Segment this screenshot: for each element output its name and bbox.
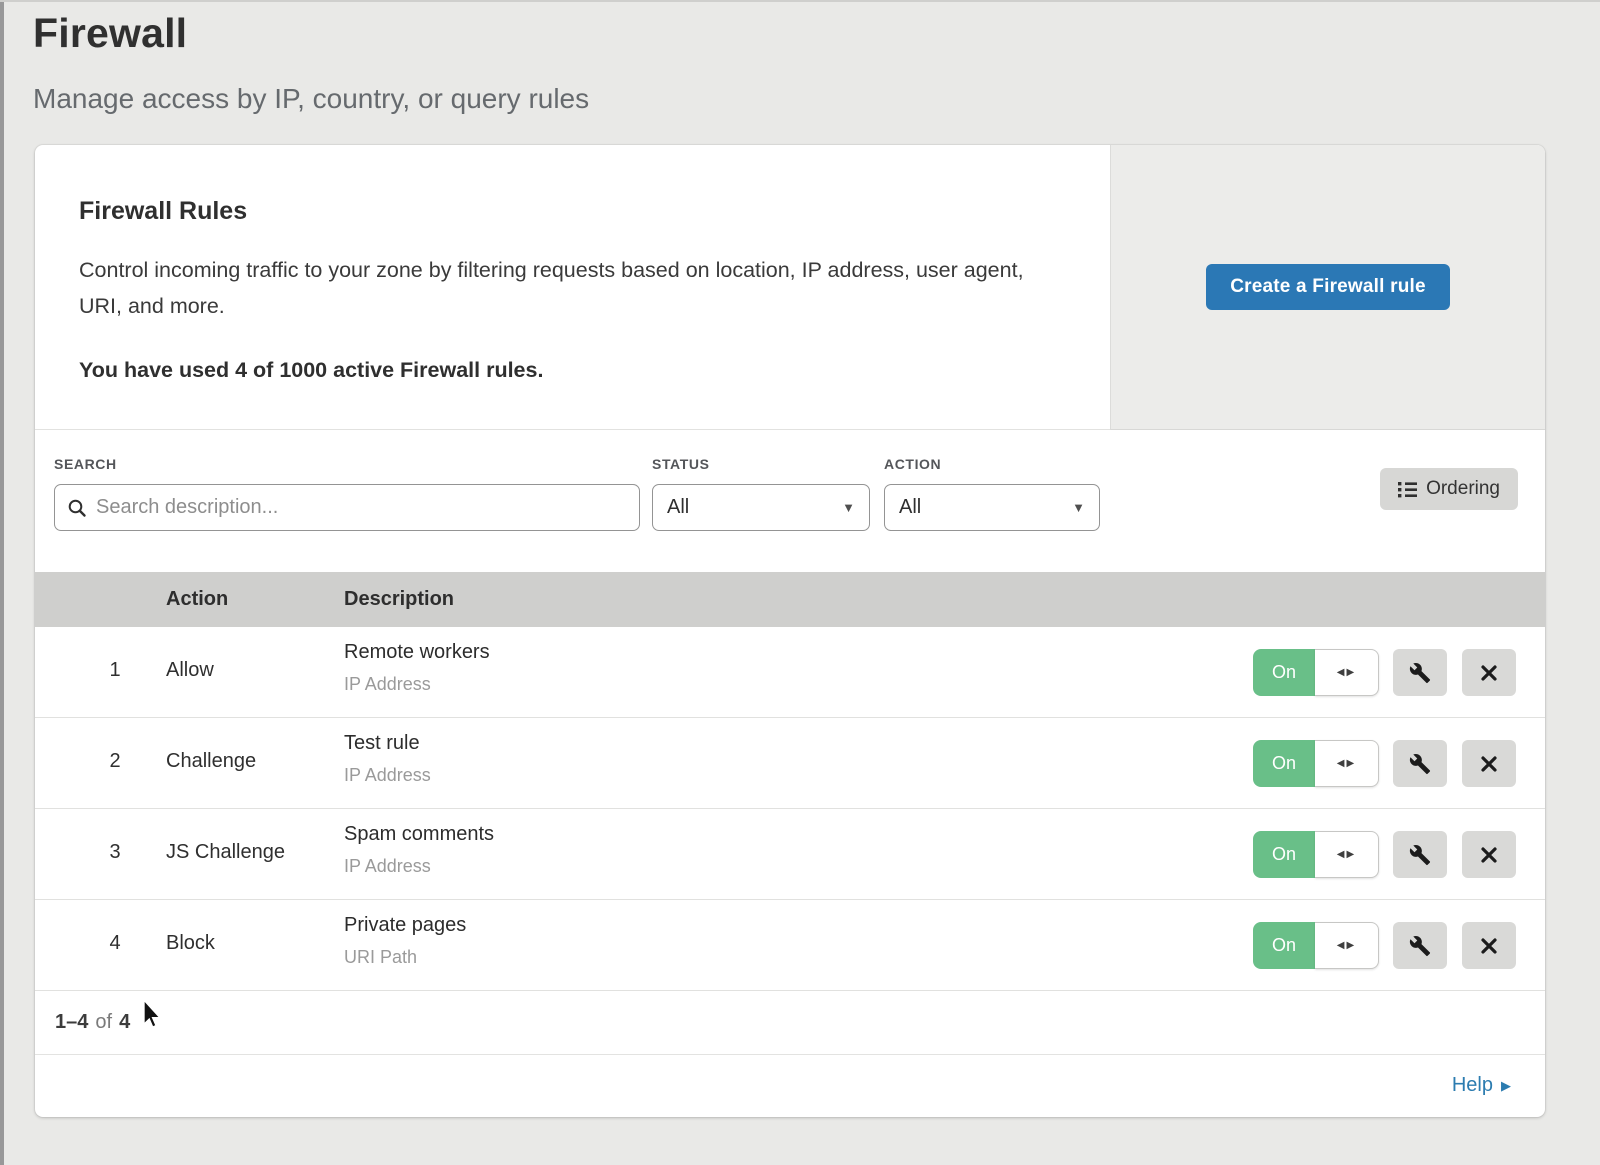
rule-enabled-toggle[interactable]: On ◀▶ [1253,649,1379,696]
rule-priority: 3 [95,841,135,864]
status-label: STATUS [652,456,870,472]
ordering-button[interactable]: Ordering [1380,468,1518,510]
rule-priority: 2 [95,750,135,773]
filters-bar: SEARCH STATUS All ▼ ACTION All ▼ [35,430,1545,572]
rule-action: Block [166,932,215,955]
edit-rule-button[interactable] [1393,922,1447,969]
status-select[interactable]: All ▼ [652,484,870,531]
rule-enabled-toggle[interactable]: On ◀▶ [1253,922,1379,969]
page-header: Firewall Manage access by IP, country, o… [33,10,589,115]
toggle-drag-handle-icon: ◀▶ [1315,740,1379,787]
delete-rule-button[interactable] [1462,922,1516,969]
close-icon [1479,754,1499,774]
firewall-rules-heading: Firewall Rules [79,197,1090,226]
search-filter-group: SEARCH [54,456,640,531]
action-label: ACTION [884,456,1100,472]
edit-rule-button[interactable] [1393,831,1447,878]
rule-description: Remote workers [344,641,490,664]
pagination-range: 1–4 [55,1011,88,1034]
rule-field-type: IP Address [344,856,431,877]
page-title: Firewall [33,10,589,57]
close-icon [1479,663,1499,683]
wrench-icon [1409,844,1431,866]
delete-rule-button[interactable] [1462,740,1516,787]
status-select-value: All [667,496,689,519]
column-header-action: Action [166,588,344,611]
toggle-drag-handle-icon: ◀▶ [1315,831,1379,878]
rule-description: Test rule [344,732,420,755]
table-row: 1 Allow Remote workers IP Address On ◀▶ [35,627,1545,718]
toggle-on-label: On [1253,649,1315,696]
wrench-icon [1409,935,1431,957]
table-row: 2 Challenge Test rule IP Address On ◀▶ [35,718,1545,809]
chevron-down-icon: ▼ [842,500,855,515]
create-rule-panel: Create a Firewall rule [1110,145,1545,430]
rule-priority: 4 [95,932,135,955]
close-icon [1479,936,1499,956]
search-label: SEARCH [54,456,640,472]
rule-action: Challenge [166,750,256,773]
rule-field-type: IP Address [344,674,431,695]
create-firewall-rule-button[interactable]: Create a Firewall rule [1206,264,1450,310]
toggle-on-label: On [1253,831,1315,878]
edit-rule-button[interactable] [1393,649,1447,696]
help-link-label: Help [1452,1074,1493,1097]
column-header-description: Description [344,588,454,611]
action-select[interactable]: All ▼ [884,484,1100,531]
rule-action: Allow [166,659,214,682]
rule-description: Private pages [344,914,466,937]
rules-table-body: 1 Allow Remote workers IP Address On ◀▶ … [35,627,1545,991]
table-row: 4 Block Private pages URI Path On ◀▶ [35,900,1545,991]
pagination-of: of [95,1011,112,1034]
action-select-value: All [899,496,921,519]
table-row: 3 JS Challenge Spam comments IP Address … [35,809,1545,900]
search-box [54,484,640,531]
ordering-button-label: Ordering [1426,478,1500,500]
page-subtitle: Manage access by IP, country, or query r… [33,83,589,115]
delete-rule-button[interactable] [1462,649,1516,696]
search-input[interactable] [96,496,627,519]
rule-action: JS Challenge [166,841,285,864]
rule-enabled-toggle[interactable]: On ◀▶ [1253,831,1379,878]
window-left-edge [0,2,4,1165]
toggle-on-label: On [1253,740,1315,787]
rule-field-type: URI Path [344,947,417,968]
delete-rule-button[interactable] [1462,831,1516,878]
search-icon [67,498,87,518]
firewall-rules-usage: You have used 4 of 1000 active Firewall … [79,358,1090,383]
pagination-total: 4 [119,1011,130,1034]
chevron-right-icon: ▶ [1501,1078,1511,1094]
firewall-rules-info: Firewall Rules Control incoming traffic … [35,145,1090,383]
toggle-on-label: On [1253,922,1315,969]
firewall-rules-description: Control incoming traffic to your zone by… [79,252,1029,324]
rule-field-type: IP Address [344,765,431,786]
card-footer: Help ▶ [35,1055,1545,1116]
action-filter-group: ACTION All ▼ [884,456,1100,531]
close-icon [1479,845,1499,865]
edit-rule-button[interactable] [1393,740,1447,787]
rule-priority: 1 [95,659,135,682]
pagination: 1–4 of 4 [35,991,1545,1055]
wrench-icon [1409,753,1431,775]
ordered-list-icon [1398,481,1417,498]
chevron-down-icon: ▼ [1072,500,1085,515]
toggle-drag-handle-icon: ◀▶ [1315,649,1379,696]
help-link[interactable]: Help ▶ [1452,1074,1511,1097]
table-header: Action Description [35,572,1545,627]
rule-description: Spam comments [344,823,494,846]
wrench-icon [1409,662,1431,684]
firewall-card: Firewall Rules Control incoming traffic … [35,145,1545,1117]
firewall-rules-section: Firewall Rules Control incoming traffic … [35,145,1545,430]
status-filter-group: STATUS All ▼ [652,456,870,531]
toggle-drag-handle-icon: ◀▶ [1315,922,1379,969]
rule-enabled-toggle[interactable]: On ◀▶ [1253,740,1379,787]
